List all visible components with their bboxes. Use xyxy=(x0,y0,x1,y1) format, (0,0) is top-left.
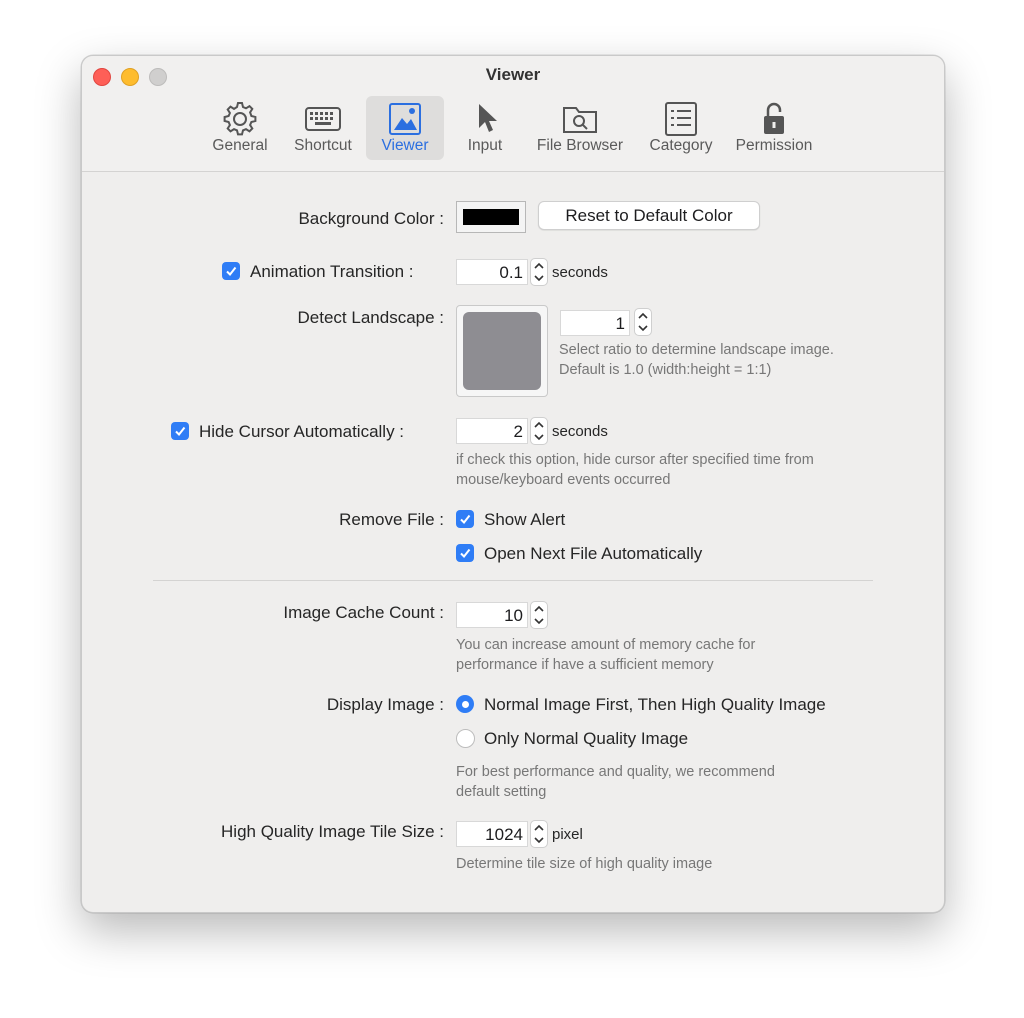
animation-duration-field[interactable]: 0.1 xyxy=(456,259,528,285)
chevron-down-icon xyxy=(534,618,544,625)
remove-file-label: Remove File : xyxy=(339,510,444,529)
chevron-up-icon xyxy=(534,421,544,428)
tab-label: Category xyxy=(649,137,713,154)
hide-cursor-checkbox[interactable] xyxy=(171,422,189,440)
tab-viewer[interactable]: Viewer xyxy=(366,96,444,160)
hide-cursor-hint-1: if check this option, hide cursor after … xyxy=(456,452,814,468)
tab-category[interactable]: Category xyxy=(642,96,720,160)
animation-transition-checkbox[interactable] xyxy=(222,262,240,280)
preferences-window: Viewer General Shortcut Viewer Input Fil… xyxy=(81,55,945,913)
tile-size-stepper[interactable] xyxy=(530,820,548,848)
checkmark-icon xyxy=(175,426,186,437)
chevron-down-icon xyxy=(534,275,544,282)
landscape-ratio-field[interactable]: 1 xyxy=(560,310,630,336)
landscape-preview xyxy=(456,305,548,397)
display-image-label: Display Image : xyxy=(326,695,444,714)
open-next-file-label: Open Next File Automatically xyxy=(484,544,703,563)
show-alert-label: Show Alert xyxy=(484,510,566,529)
image-cache-stepper[interactable] xyxy=(530,601,548,629)
hide-cursor-delay-stepper[interactable] xyxy=(530,417,548,445)
list-icon xyxy=(665,102,697,136)
normal-then-high-quality-radio[interactable] xyxy=(456,695,474,713)
folder-search-icon xyxy=(563,107,597,133)
chevron-up-icon xyxy=(638,312,648,319)
tab-shortcut[interactable]: Shortcut xyxy=(286,96,360,160)
checkmark-icon xyxy=(460,514,471,525)
normal-then-high-quality-label: Normal Image First, Then High Quality Im… xyxy=(484,695,826,714)
hide-cursor-label: Hide Cursor Automatically : xyxy=(199,422,405,441)
window-title: Viewer xyxy=(485,65,541,84)
titlebar: Viewer General Shortcut Viewer Input Fil… xyxy=(82,56,944,172)
tab-label: Input xyxy=(467,137,503,154)
tile-size-unit: pixel xyxy=(552,826,583,843)
animation-unit: seconds xyxy=(552,264,608,281)
detect-landscape-label: Detect Landscape : xyxy=(297,308,444,327)
keyboard-icon xyxy=(305,107,341,131)
chevron-down-icon xyxy=(534,837,544,844)
checkmark-icon xyxy=(460,548,471,559)
image-icon xyxy=(389,103,421,135)
animation-duration-stepper[interactable] xyxy=(530,258,548,286)
color-swatch xyxy=(463,209,519,225)
image-cache-hint-1: You can increase amount of memory cache … xyxy=(456,637,756,653)
landscape-ratio-stepper[interactable] xyxy=(634,308,652,336)
open-next-file-checkbox[interactable] xyxy=(456,544,474,562)
only-normal-quality-label: Only Normal Quality Image xyxy=(484,729,689,748)
display-image-hint-2: default setting xyxy=(456,784,547,800)
tab-input[interactable]: Input xyxy=(456,96,514,160)
tab-general[interactable]: General xyxy=(204,96,276,160)
landscape-hint-1: Select ratio to determine landscape imag… xyxy=(559,342,834,358)
display-image-hint-1: For best performance and quality, we rec… xyxy=(456,764,775,780)
reset-default-color-button[interactable]: Reset to Default Color xyxy=(538,201,760,230)
tab-label: Shortcut xyxy=(294,137,352,154)
tab-label: General xyxy=(212,137,268,154)
chevron-up-icon xyxy=(534,605,544,612)
chevron-up-icon xyxy=(534,262,544,269)
image-cache-field[interactable]: 10 xyxy=(456,602,528,628)
tile-size-field[interactable]: 1024 xyxy=(456,821,528,847)
unlock-icon xyxy=(764,102,784,134)
hide-cursor-hint-2: mouse/keyboard events occurred xyxy=(456,472,671,488)
tab-file-browser[interactable]: File Browser xyxy=(530,96,630,160)
gear-icon xyxy=(223,102,257,136)
only-normal-quality-radio[interactable] xyxy=(456,729,475,748)
hide-cursor-unit: seconds xyxy=(552,423,608,440)
image-cache-hint-2: performance if have a sufficient memory xyxy=(456,657,714,673)
tab-permission[interactable]: Permission xyxy=(730,96,818,160)
image-cache-label: Image Cache Count : xyxy=(283,603,444,622)
landscape-preview-shape xyxy=(463,312,541,390)
checkmark-icon xyxy=(226,266,237,277)
chevron-up-icon xyxy=(534,824,544,831)
tile-size-label: High Quality Image Tile Size : xyxy=(221,822,444,841)
tab-label: File Browser xyxy=(536,137,624,154)
chevron-down-icon xyxy=(638,325,648,332)
tile-size-hint: Determine tile size of high quality imag… xyxy=(456,856,713,872)
cursor-arrow-icon xyxy=(479,104,497,132)
tab-label: Viewer xyxy=(381,137,429,154)
tab-label: Permission xyxy=(735,137,813,154)
hide-cursor-delay-field[interactable]: 2 xyxy=(456,418,528,444)
chevron-down-icon xyxy=(534,434,544,441)
section-divider xyxy=(153,580,873,581)
landscape-hint-2: Default is 1.0 (width:height = 1:1) xyxy=(559,362,772,378)
animation-transition-label: Animation Transition : xyxy=(250,262,414,281)
background-color-well[interactable] xyxy=(456,201,526,233)
show-alert-checkbox[interactable] xyxy=(456,510,474,528)
background-color-label: Background Color : xyxy=(298,209,444,228)
